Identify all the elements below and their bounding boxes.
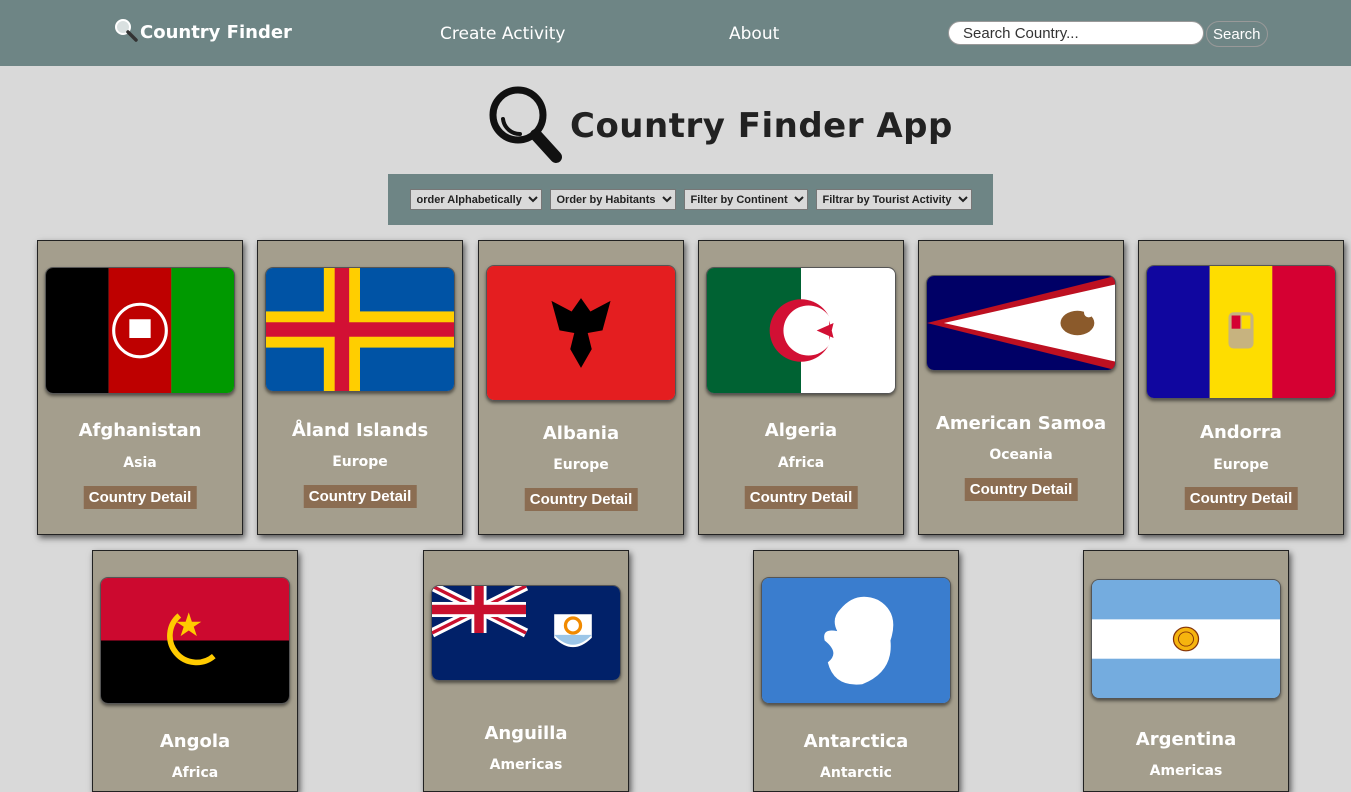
country-card: Åland Islands Europe Country Detail xyxy=(257,240,463,535)
continent-filter-select[interactable]: Filter by Continent xyxy=(683,189,808,210)
country-card: American Samoa Oceania Country Detail xyxy=(918,240,1124,535)
country-name: Andorra xyxy=(1200,422,1282,443)
country-name: Anguilla xyxy=(484,723,568,744)
country-card: Antarctica Antarctic xyxy=(753,550,959,792)
search-button[interactable]: Search xyxy=(1206,21,1268,47)
country-detail-button[interactable]: Country Detail xyxy=(1184,487,1298,510)
search-input[interactable] xyxy=(948,21,1204,45)
sort-alphabetically-select[interactable]: order Alphabetically xyxy=(409,189,542,210)
flag-afghanistan xyxy=(45,267,235,394)
country-continent: Asia xyxy=(123,455,157,471)
country-name: Algeria xyxy=(764,420,838,441)
country-detail-button[interactable]: Country Detail xyxy=(83,486,197,509)
country-continent: Oceania xyxy=(989,447,1053,463)
country-detail-button[interactable]: Country Detail xyxy=(964,478,1078,501)
country-continent: Europe xyxy=(1213,457,1269,473)
flag-anguilla xyxy=(431,585,621,681)
flag-aland-islands xyxy=(265,267,455,392)
country-continent: Africa xyxy=(171,765,219,781)
flag-albania xyxy=(486,265,676,401)
country-name: Åland Islands xyxy=(291,420,429,441)
country-continent: Americas xyxy=(1149,763,1223,779)
country-name: Angola xyxy=(159,731,231,752)
country-card: Angola Africa xyxy=(92,550,298,792)
country-card: Argentina Americas xyxy=(1083,550,1289,792)
country-detail-button[interactable]: Country Detail xyxy=(744,486,858,509)
country-card: Afghanistan Asia Country Detail xyxy=(37,240,243,535)
nav-about[interactable]: About xyxy=(729,24,779,44)
flag-antarctica xyxy=(761,577,951,704)
country-continent: Americas xyxy=(489,757,563,773)
filter-bar: order Alphabetically Order by Habitants … xyxy=(388,174,993,225)
page-title: Country Finder App xyxy=(570,106,953,146)
country-continent: Europe xyxy=(553,457,609,473)
country-card: Anguilla Americas xyxy=(423,550,629,792)
country-detail-button[interactable]: Country Detail xyxy=(303,485,417,508)
country-name: Albania xyxy=(542,423,620,444)
brand-text: Country Finder xyxy=(140,21,292,43)
magnifier-icon xyxy=(114,18,138,46)
country-card: Andorra Europe Country Detail xyxy=(1138,240,1344,535)
activity-filter-select[interactable]: Filtrar by Tourist Activity xyxy=(815,189,972,210)
flag-angola xyxy=(100,577,290,704)
sort-habitants-select[interactable]: Order by Habitants xyxy=(549,189,676,210)
country-continent: Antarctic xyxy=(820,765,892,781)
country-continent: Europe xyxy=(332,454,388,470)
flag-algeria xyxy=(706,267,896,394)
country-name: American Samoa xyxy=(935,413,1107,434)
country-card: Albania Europe Country Detail xyxy=(478,240,684,535)
country-detail-button[interactable]: Country Detail xyxy=(524,488,638,511)
navbar: Country Finder Create Activity About Sea… xyxy=(0,0,1351,66)
country-name: Antarctica xyxy=(803,731,909,752)
country-name: Afghanistan xyxy=(78,420,202,441)
flag-andorra xyxy=(1146,265,1336,399)
country-continent: Africa xyxy=(777,455,825,471)
magnifier-icon xyxy=(486,83,562,169)
flag-argentina xyxy=(1091,579,1281,699)
hero: Country Finder App xyxy=(486,84,953,168)
country-card: Algeria Africa Country Detail xyxy=(698,240,904,535)
nav-create-activity[interactable]: Create Activity xyxy=(440,24,565,44)
brand-link[interactable]: Country Finder xyxy=(114,17,292,47)
search-form: Search xyxy=(948,21,1268,47)
flag-american-samoa xyxy=(926,275,1116,371)
country-name: Argentina xyxy=(1135,729,1237,750)
